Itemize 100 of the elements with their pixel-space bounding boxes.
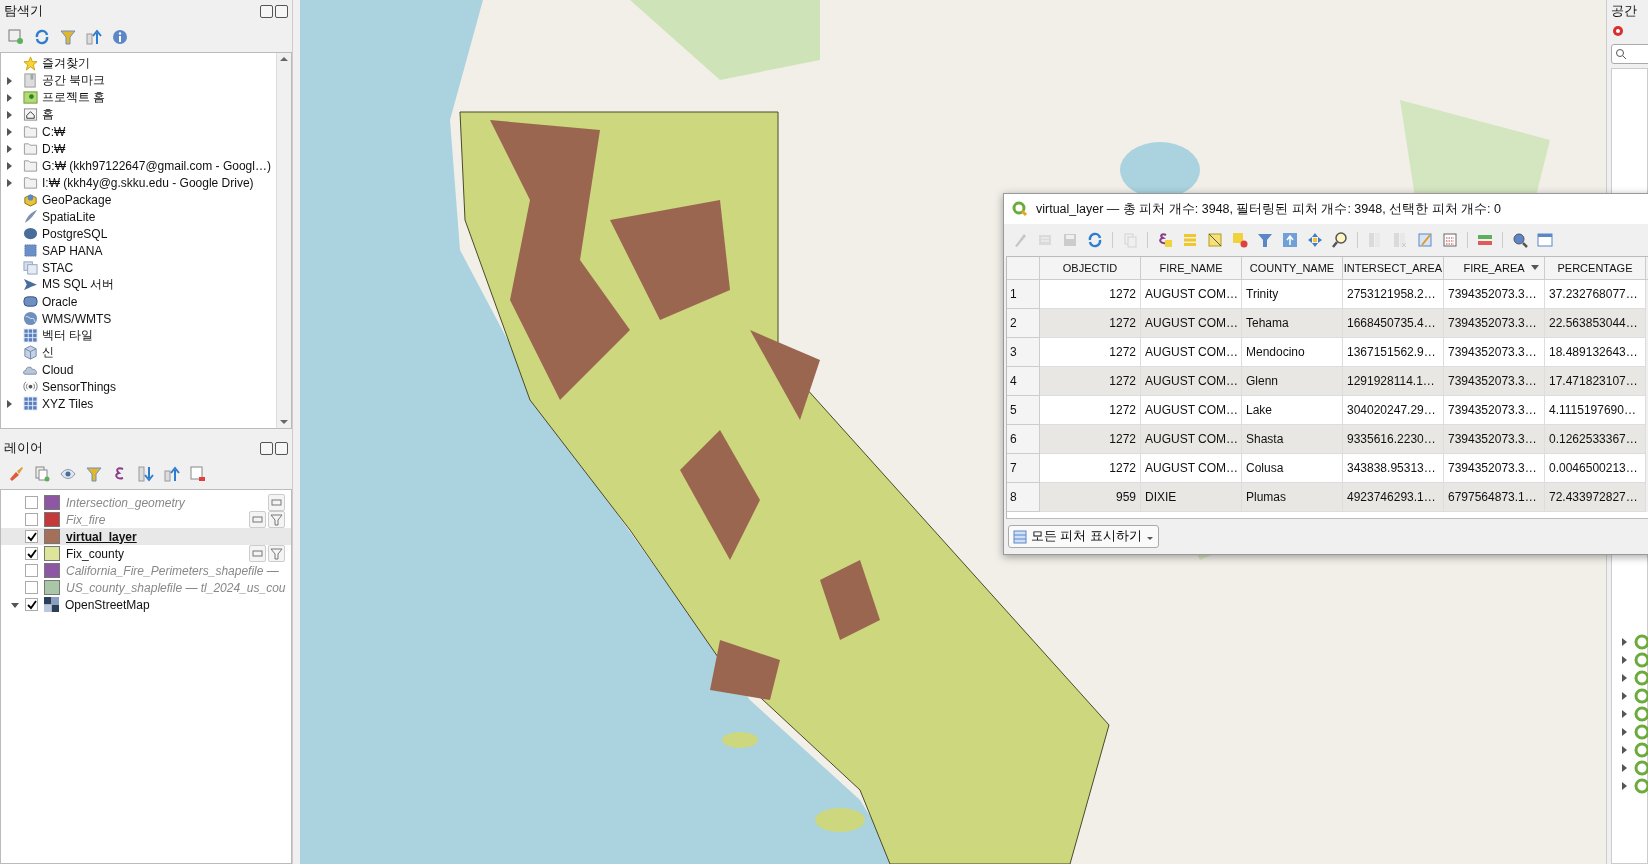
- browser-item[interactable]: SAP HANA: [42, 243, 103, 258]
- expand-arrow-icon[interactable]: [1620, 746, 1628, 754]
- expand-arrow-icon[interactable]: [5, 110, 13, 119]
- row-number[interactable]: 8: [1007, 483, 1040, 512]
- row-number[interactable]: 7: [1007, 454, 1040, 483]
- expand-arrow-icon[interactable]: [5, 161, 13, 170]
- checkbox[interactable]: [25, 581, 38, 594]
- expand-arrow-icon[interactable]: [1620, 692, 1628, 700]
- browser-item[interactable]: Cloud: [42, 362, 74, 377]
- expression-select-icon[interactable]: [1157, 232, 1173, 248]
- column-header[interactable]: INTERSECT_AREA: [1343, 257, 1444, 280]
- float-button[interactable]: [260, 4, 273, 18]
- column-header[interactable]: PERCENTAGE: [1545, 257, 1646, 280]
- zoom-icon[interactable]: [1332, 232, 1348, 248]
- filter-icon[interactable]: [268, 511, 285, 528]
- move-top-icon[interactable]: [1282, 232, 1298, 248]
- search-field[interactable]: [1611, 44, 1648, 64]
- filter-dropdown-button[interactable]: 모든 피처 표시하기: [1008, 525, 1159, 548]
- checkbox[interactable]: [25, 530, 38, 543]
- expand-arrow-icon[interactable]: [5, 127, 13, 136]
- filter-icon[interactable]: [268, 545, 285, 562]
- browser-item[interactable]: Oracle: [42, 294, 78, 309]
- browser-item[interactable]: SensorThings: [42, 379, 117, 394]
- pan-icon[interactable]: [1307, 232, 1323, 248]
- browser-item[interactable]: 신: [42, 344, 54, 361]
- filter-icon[interactable]: [60, 29, 76, 45]
- eye-icon[interactable]: [60, 466, 76, 482]
- row-number[interactable]: 3: [1007, 338, 1040, 367]
- collapse-icon[interactable]: [86, 29, 102, 45]
- checkbox[interactable]: [25, 598, 38, 611]
- checkbox[interactable]: [25, 513, 38, 526]
- row-number[interactable]: 1: [1007, 280, 1040, 309]
- info-icon[interactable]: [112, 29, 128, 45]
- checkbox[interactable]: [25, 564, 38, 577]
- refresh-icon[interactable]: [1087, 232, 1103, 248]
- filter-icon[interactable]: [1257, 232, 1273, 248]
- close-button[interactable]: [275, 441, 288, 455]
- deselect-icon[interactable]: [1232, 232, 1248, 248]
- collapse-all-icon[interactable]: [164, 466, 180, 482]
- layer-name[interactable]: Intersection_geometry: [66, 495, 185, 510]
- add-group-icon[interactable]: [34, 466, 50, 482]
- expand-all-icon[interactable]: [138, 466, 154, 482]
- layer-name[interactable]: Fix_county: [66, 546, 125, 561]
- scrollbar[interactable]: [276, 53, 291, 428]
- expand-arrow-icon[interactable]: [1620, 674, 1628, 682]
- refresh-icon[interactable]: [34, 29, 50, 45]
- expand-arrow-icon[interactable]: [5, 178, 13, 187]
- browser-item[interactable]: SpatiaLite: [42, 209, 96, 224]
- float-button[interactable]: [260, 441, 273, 455]
- expand-arrow-icon[interactable]: [1620, 782, 1628, 790]
- browser-item[interactable]: STAC: [42, 260, 74, 275]
- row-number[interactable]: 6: [1007, 425, 1040, 454]
- expand-arrow-icon[interactable]: [1620, 656, 1628, 664]
- checkbox[interactable]: [25, 496, 38, 509]
- browser-item[interactable]: C:₩: [42, 124, 66, 139]
- add-icon[interactable]: [8, 29, 24, 45]
- layer-name[interactable]: Fix_fire: [66, 512, 106, 527]
- browser-item[interactable]: D:₩: [42, 141, 66, 156]
- checkbox[interactable]: [25, 547, 38, 560]
- close-button[interactable]: [275, 4, 288, 18]
- expand-arrow-icon[interactable]: [5, 76, 13, 85]
- expand-arrow-icon[interactable]: [1620, 638, 1628, 646]
- browser-item[interactable]: 벡터 타일: [42, 327, 94, 344]
- browser-item[interactable]: WMS/WMTS: [42, 311, 112, 326]
- browser-item[interactable]: XYZ Tiles: [42, 396, 94, 411]
- column-header[interactable]: OBJECTID: [1040, 257, 1141, 280]
- zoom-map-icon[interactable]: [1512, 232, 1528, 248]
- expand-arrow-icon[interactable]: [1620, 710, 1628, 718]
- browser-item[interactable]: 홈: [42, 106, 54, 123]
- conditional-format-icon[interactable]: [1477, 232, 1493, 248]
- brush-icon[interactable]: [8, 466, 24, 482]
- browser-item[interactable]: MS SQL 서버: [42, 276, 115, 293]
- expand-arrow-icon[interactable]: [1620, 764, 1628, 772]
- browser-item[interactable]: G:₩ (kkh97122647@gmail.com - Googl…): [42, 158, 271, 173]
- edit-form-icon[interactable]: [1417, 232, 1433, 248]
- row-number[interactable]: 5: [1007, 396, 1040, 425]
- collapse-arrow-icon[interactable]: [11, 600, 19, 609]
- calculator-icon[interactable]: [1442, 232, 1458, 248]
- browser-item[interactable]: 공간 북마크: [42, 72, 106, 89]
- dock-icon[interactable]: [1537, 232, 1553, 248]
- column-header[interactable]: FIRE_NAME: [1141, 257, 1242, 280]
- filter-icon[interactable]: [86, 466, 102, 482]
- expand-arrow-icon[interactable]: [1620, 728, 1628, 736]
- expand-arrow-icon[interactable]: [5, 144, 13, 153]
- row-number[interactable]: 2: [1007, 309, 1040, 338]
- invert-selection-icon[interactable]: [1207, 232, 1223, 248]
- expand-arrow-icon[interactable]: [5, 93, 13, 102]
- browser-item[interactable]: 즐겨찾기: [42, 55, 90, 72]
- layer-name[interactable]: OpenStreetMap: [65, 597, 150, 612]
- browser-item[interactable]: I:₩ (kkh4y@g.skku.edu - Google Drive): [42, 175, 254, 190]
- layer-name[interactable]: US_county_shaplefile — tl_2024_us_cou: [66, 580, 286, 595]
- browser-item[interactable]: GeoPackage: [42, 192, 112, 207]
- remove-layer-icon[interactable]: [190, 466, 206, 482]
- row-number[interactable]: 4: [1007, 367, 1040, 396]
- layer-name[interactable]: California_Fire_Perimeters_shapefile —: [66, 563, 279, 578]
- browser-item[interactable]: 프로젝트 홈: [42, 89, 106, 106]
- expand-arrow-icon[interactable]: [5, 399, 13, 408]
- browser-item[interactable]: PostgreSQL: [42, 226, 108, 241]
- column-header[interactable]: FIRE_AREA: [1444, 257, 1545, 280]
- column-header[interactable]: COUNTY_NAME: [1242, 257, 1343, 280]
